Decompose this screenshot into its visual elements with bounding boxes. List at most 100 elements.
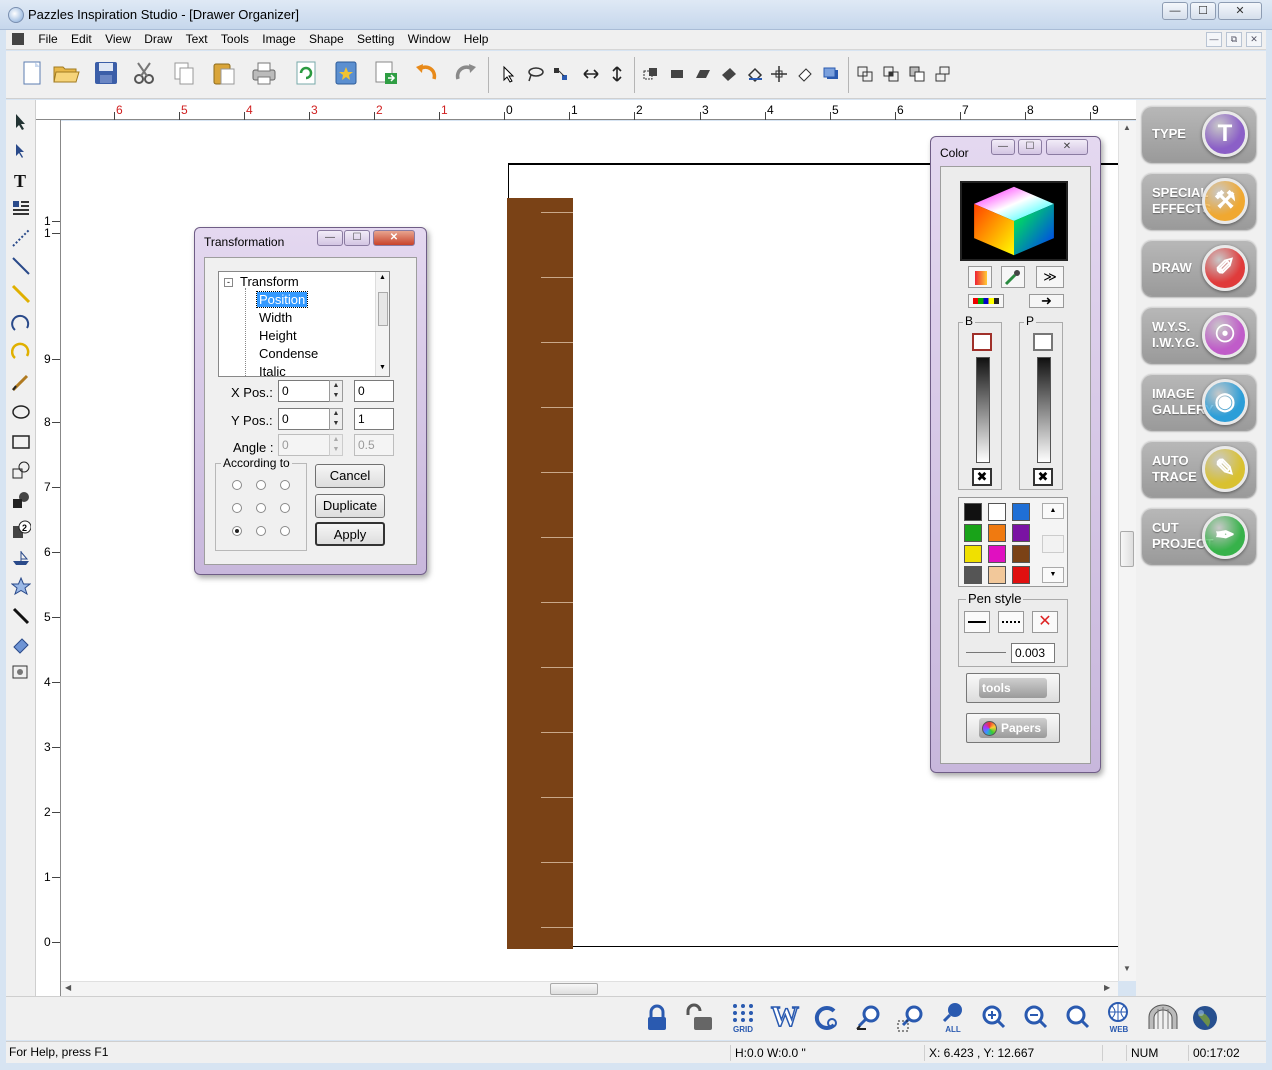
mode-button-type[interactable]: TYPE T [1142,106,1256,162]
vertical-scrollbar[interactable]: ▲ ▼ [1118,121,1136,981]
group-shape-icon[interactable] [642,65,660,83]
transformation-close-button[interactable]: ✕ [373,230,415,246]
lock-icon[interactable] [642,1003,672,1033]
arrow-right-icon[interactable]: ➜ [1029,294,1064,308]
arc-yellow-icon[interactable] [11,342,31,362]
cutter-machine-icon[interactable] [1146,1003,1180,1033]
redo-icon[interactable] [452,59,480,87]
color-swatch[interactable] [1012,524,1030,542]
text-tool-icon[interactable]: T [11,170,31,190]
ellipse-tool-icon[interactable] [11,402,31,422]
color-swatch[interactable] [1012,503,1030,521]
xpos-input[interactable]: 0 [278,380,330,402]
boat-shape-icon[interactable] [11,548,31,568]
rectangle-tool-icon[interactable] [11,432,31,452]
close-button[interactable]: ✕ [1218,2,1262,20]
exclude-icon[interactable] [908,65,926,83]
border-brightness-slider[interactable] [976,357,990,463]
menu-text[interactable]: Text [181,30,213,48]
cut-icon[interactable] [130,59,158,87]
mode-button-wys[interactable]: W.Y.S. I.W.Y.G. ☉ [1142,307,1256,363]
swatch-scroll-down[interactable]: ▼ [1042,567,1064,583]
color-cube-picker[interactable] [960,181,1068,261]
menu-edit[interactable]: Edit [66,30,97,48]
word-wrap-button[interactable]: W [768,1002,802,1034]
ypos-input[interactable]: 0 [278,408,330,430]
freehand-pen-icon[interactable] [11,372,31,392]
zoom-out-icon[interactable] [1020,1003,1050,1033]
favorite-book-icon[interactable] [332,59,360,87]
shapes-tool-icon[interactable] [11,460,31,480]
trace-tool-icon[interactable] [11,662,31,682]
copy-icon[interactable] [170,59,198,87]
papers-button[interactable]: Papers [966,713,1060,743]
color-swatch[interactable] [964,524,982,542]
mdi-restore-button[interactable]: ⧉ [1226,32,1242,47]
pointer-icon[interactable] [11,112,31,132]
color-swatch[interactable] [988,566,1006,584]
paint-color-swatch[interactable] [1033,333,1053,351]
xpos-spinner[interactable]: ▲ ▼ [329,380,343,402]
paste-icon[interactable] [210,59,238,87]
flip-horizontal-icon[interactable] [582,65,600,83]
line-tool-icon[interactable] [11,256,31,276]
menu-image[interactable]: Image [257,30,300,48]
zoom-fit-icon[interactable] [1062,1003,1092,1033]
anchor-bottom-left-radio[interactable] [232,526,242,536]
anchor-top-right-radio[interactable] [280,480,290,490]
refresh-c-icon[interactable] [812,1003,842,1033]
tools-button[interactable]: tools [966,673,1060,703]
mode-button-draw[interactable]: DRAW ✐ [1142,240,1256,296]
eraser-tool-icon[interactable] [11,634,31,654]
mode-button-image[interactable]: IMAGE GALLERY ◉ [1142,374,1256,430]
combine-icon[interactable] [934,65,952,83]
horizontal-scrollbar[interactable]: ◀ ▶ [61,981,1118,996]
text-block-icon[interactable] [11,198,31,218]
anchor-center-radio[interactable] [256,503,266,513]
paint-none-icon[interactable]: ✖ [1033,468,1053,486]
scroll-down-arrow[interactable]: ▼ [1123,964,1131,973]
number-shape-icon[interactable]: 2 [11,520,31,540]
menu-draw[interactable]: Draw [139,30,177,48]
menu-help[interactable]: Help [459,30,494,48]
document-icon[interactable] [12,33,24,45]
pen-width-slider[interactable] [966,652,1006,653]
border-none-icon[interactable]: ✖ [972,468,992,486]
mode-button-auto[interactable]: AUTO TRACE ✎ [1142,441,1256,497]
save-icon[interactable] [92,59,120,87]
mode-button-cut[interactable]: CUT PROJECT ✒ [1142,508,1256,564]
color-swatch[interactable] [988,524,1006,542]
shadow-icon[interactable] [822,65,840,83]
menu-file[interactable]: File [33,30,62,48]
pen-none-icon[interactable]: ✕ [1032,611,1058,633]
transformation-maximize-button[interactable]: ☐ [344,230,370,246]
scroll-right-arrow[interactable]: ▶ [1104,983,1110,992]
transformation-minimize-button[interactable]: — [317,230,343,246]
color-swatch[interactable] [964,545,982,563]
brown-ruler-strip[interactable] [507,198,573,949]
mdi-minimize-button[interactable]: — [1206,32,1222,47]
anchor-top-center-radio[interactable] [256,480,266,490]
tree-item-height[interactable]: Height [259,328,297,343]
tree-item-italic[interactable]: Italic [259,364,286,376]
color-swatch[interactable] [1012,566,1030,584]
pen-solid-button[interactable] [964,611,990,633]
fill-bucket-icon[interactable] [746,65,764,83]
mode-button-special[interactable]: SPECIAL EFFECTS ⚒ [1142,173,1256,229]
flip-vertical-icon[interactable] [608,65,626,83]
color-panel-minimize-button[interactable]: — [991,139,1015,155]
color-panel-close-button[interactable]: ✕ [1046,139,1088,155]
zoom-previous-icon[interactable] [854,1003,884,1033]
tree-root-transform[interactable]: Transform [240,274,299,289]
tree-collapse-icon[interactable]: - [224,278,233,287]
maximize-button[interactable]: ☐ [1190,2,1216,20]
menu-setting[interactable]: Setting [352,30,399,48]
weld-icon[interactable] [856,65,874,83]
swatch-scroll-thumb[interactable] [1042,535,1064,553]
undo-icon[interactable] [412,59,440,87]
apply-button[interactable]: Apply [315,522,385,546]
tree-scroll-thumb[interactable] [378,292,388,326]
cancel-button[interactable]: Cancel [315,464,385,488]
node-pointer-icon[interactable] [11,142,31,162]
minimize-button[interactable]: — [1162,2,1188,20]
